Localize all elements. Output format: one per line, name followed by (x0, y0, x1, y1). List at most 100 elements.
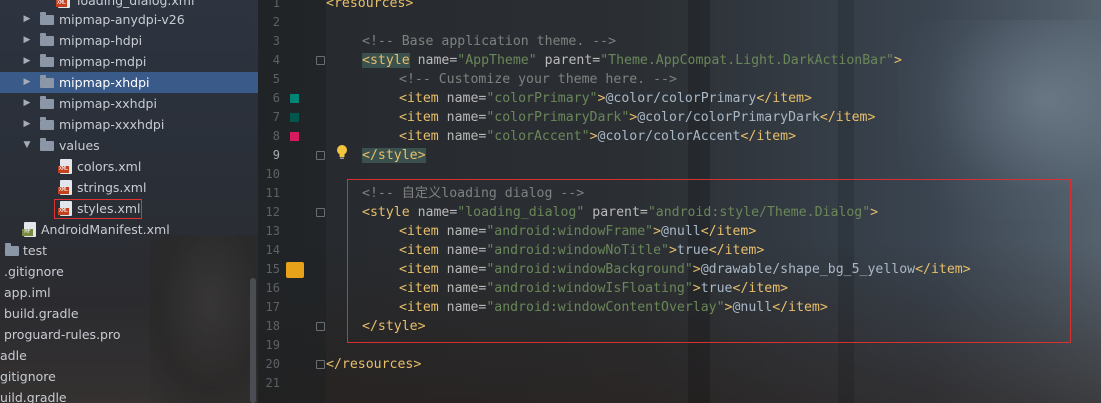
tree-item-label: AndroidManifest.xml (41, 222, 170, 237)
code-line-9[interactable]: </style> (326, 146, 426, 165)
folder-icon (40, 75, 54, 88)
tree-item-label: mipmap-xxxhdpi (59, 117, 165, 132)
code-line-7[interactable]: <item name="colorPrimaryDark">@color/col… (326, 108, 875, 127)
code-line-8[interactable]: <item name="colorAccent">@color/colorAcc… (326, 127, 796, 146)
line-number: 10 (265, 167, 280, 181)
expand-caret-icon[interactable]: ▶ (22, 9, 32, 30)
drawable-preview-icon[interactable] (286, 262, 304, 278)
line-number: 21 (265, 376, 280, 390)
line-number: 8 (272, 129, 280, 143)
collapse-caret-icon[interactable]: ▼ (22, 135, 32, 156)
line-number: 6 (272, 91, 280, 105)
folder-icon (40, 33, 54, 46)
tree-item-test[interactable]: test (0, 240, 258, 261)
tree-item-mipmap-anydpi-v26[interactable]: ▶ mipmap-anydpi-v26 (0, 9, 258, 30)
tree-item-label: gitignore (0, 369, 56, 384)
folder-icon (5, 243, 19, 256)
tree-item-label: strings.xml (77, 180, 147, 195)
line-number: 16 (265, 281, 280, 295)
line-number: 13 (265, 224, 280, 238)
folder-icon (40, 96, 54, 109)
project-tree: XML loading_dialog.xml ▶ mipmap-anydpi-v… (0, 0, 258, 403)
line-number: 19 (265, 338, 280, 352)
custom-style-highlight-box (347, 179, 1071, 343)
tree-item-label: mipmap-anydpi-v26 (59, 12, 185, 27)
fold-marker-icon[interactable] (316, 208, 325, 217)
line-number: 5 (272, 72, 280, 86)
line-number: 7 (272, 110, 280, 124)
tree-item-mipmap-xhdpi[interactable]: ▶ mipmap-xhdpi (0, 72, 258, 93)
tree-item-label: .gitignore (4, 264, 64, 279)
folder-icon (40, 12, 54, 25)
line-number: 20 (265, 357, 280, 371)
folder-icon (40, 54, 54, 67)
tree-scrollbar[interactable] (250, 278, 256, 403)
expand-caret-icon[interactable]: ▶ (22, 51, 32, 72)
line-number: 12 (265, 205, 280, 219)
line-number: 1 (272, 0, 280, 10)
tree-item-label: colors.xml (77, 159, 142, 174)
line-number: 14 (265, 243, 280, 257)
color-swatch-accent-icon[interactable] (290, 132, 299, 141)
tree-item-label: values (59, 138, 100, 153)
fold-marker-icon[interactable] (316, 360, 325, 369)
tree-item-label: test (23, 243, 48, 258)
editor-gutter: 1 2 3 4 5 6 7 8 9 10 11 12 13 14 15 16 1… (258, 0, 326, 403)
color-swatch-primary-icon[interactable] (290, 94, 299, 103)
tree-item-label: adle (0, 348, 27, 363)
xml-file-icon: XML (58, 159, 72, 174)
code-line-3[interactable]: <!-- Base application theme. --> (326, 32, 616, 51)
tree-item-values[interactable]: ▼ values (0, 135, 258, 156)
code-line-6[interactable]: <item name="colorPrimary">@color/colorPr… (326, 89, 812, 108)
tree-item-label: mipmap-mdpi (59, 54, 147, 69)
tree-item-root-gradle[interactable]: adle (0, 345, 258, 366)
expand-caret-icon[interactable]: ▶ (22, 30, 32, 51)
xml-file-icon: XML (56, 0, 70, 8)
fold-marker-icon[interactable] (316, 151, 325, 160)
code-line-1[interactable]: <resources> (326, 0, 413, 13)
expand-caret-icon[interactable]: ▶ (22, 114, 32, 135)
styles-xml-highlight-box (54, 199, 142, 219)
code-line-20[interactable]: </resources> (326, 355, 421, 374)
line-number: 11 (265, 186, 280, 200)
manifest-file-icon: MF (22, 222, 36, 237)
tree-item-label: app.iml (4, 285, 51, 300)
fold-marker-icon[interactable] (316, 322, 325, 331)
tree-item-label: mipmap-hdpi (59, 33, 143, 48)
folder-icon (40, 138, 54, 151)
expand-caret-icon[interactable]: ▶ (22, 93, 32, 114)
tree-item-label: build.gradle (4, 306, 79, 321)
line-number: 2 (272, 15, 280, 29)
color-swatch-primary-dark-icon[interactable] (290, 113, 299, 122)
line-number: 15 (265, 262, 280, 276)
tree-item-label: uild.gradle (0, 390, 67, 403)
line-number: 3 (272, 34, 280, 48)
tree-item-root-build-gradle[interactable]: uild.gradle (0, 387, 258, 403)
tree-item-build-gradle[interactable]: build.gradle (0, 303, 258, 324)
tree-item-colors-xml[interactable]: XML colors.xml (0, 156, 258, 177)
xml-file-icon: XML (58, 180, 72, 195)
expand-caret-icon[interactable]: ▶ (22, 72, 32, 93)
line-number: 18 (265, 319, 280, 333)
line-number: 17 (265, 300, 280, 314)
tree-item-root-gitignore[interactable]: gitignore (0, 366, 258, 387)
fold-marker-icon[interactable] (316, 56, 325, 65)
folder-icon (40, 117, 54, 130)
code-editor[interactable]: 1 2 3 4 5 6 7 8 9 10 11 12 13 14 15 16 1… (258, 0, 1101, 403)
tree-item-strings-xml[interactable]: XML strings.xml (0, 177, 258, 198)
tree-item-gitignore[interactable]: .gitignore (0, 261, 258, 282)
tree-item-android-manifest[interactable]: MF AndroidManifest.xml (0, 219, 258, 240)
tree-item-mipmap-xxhdpi[interactable]: ▶ mipmap-xxhdpi (0, 93, 258, 114)
tree-item-mipmap-xxxhdpi[interactable]: ▶ mipmap-xxxhdpi (0, 114, 258, 135)
tree-item-mipmap-mdpi[interactable]: ▶ mipmap-mdpi (0, 51, 258, 72)
tree-item-label: mipmap-xhdpi (59, 75, 150, 90)
code-line-4[interactable]: <style name="AppTheme" parent="Theme.App… (326, 51, 902, 70)
tree-item-mipmap-hdpi[interactable]: ▶ mipmap-hdpi (0, 30, 258, 51)
code-line-5[interactable]: <!-- Customize your theme here. --> (326, 70, 677, 89)
tree-item-label: mipmap-xxhdpi (59, 96, 157, 111)
line-number-current: 9 (272, 148, 280, 162)
tree-item-app-iml[interactable]: app.iml (0, 282, 258, 303)
tree-item-label: proguard-rules.pro (4, 327, 121, 342)
tree-item-proguard-rules[interactable]: proguard-rules.pro (0, 324, 258, 345)
line-number: 4 (272, 53, 280, 67)
